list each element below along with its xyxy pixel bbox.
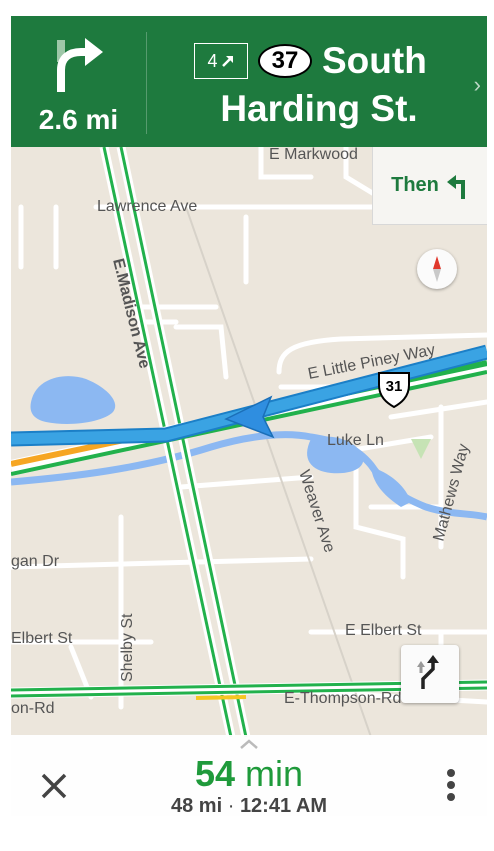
route-overview-icon: [417, 655, 439, 689]
us31-shield-label: 31: [386, 378, 403, 395]
label-gan: gan Dr: [11, 553, 60, 570]
turn-right-arrow-icon: [57, 38, 103, 92]
instruction-header[interactable]: 2.6 mi 4 37 South Harding St. ›: [11, 16, 487, 147]
chevron-up-icon[interactable]: [235, 736, 263, 750]
label-elbert-left: Elbert St: [11, 630, 73, 647]
label-thompson: E-Thompson-Rd: [284, 690, 401, 707]
label-on-rd: on-Rd: [11, 700, 55, 717]
then-label: Then: [391, 174, 439, 196]
eta-minutes: 54: [194, 753, 235, 794]
eta-unit: min: [245, 753, 304, 794]
current-turn-panel: 2.6 mi: [11, 16, 146, 147]
label-lawrence: Lawrence Ave: [97, 198, 197, 215]
route-shield: 37: [258, 44, 312, 78]
street-name-part2: Harding St.: [220, 88, 418, 129]
more-vert-icon[interactable]: [439, 765, 463, 805]
navigation-screen: 31 E Markwood Lawrence Ave E.Madison Ave…: [11, 16, 487, 816]
eta-separator: ·: [227, 795, 235, 816]
turn-left-arrow-icon: [446, 174, 465, 199]
eta-duration: 54 min: [11, 753, 487, 795]
remaining-distance: 48 mi: [170, 795, 223, 816]
chevron-right-icon[interactable]: ›: [474, 72, 481, 98]
label-shelby: Shelby St: [119, 613, 136, 682]
then-instruction[interactable]: Then: [372, 147, 487, 225]
compass-icon: [433, 256, 441, 282]
arrival-time: 12:41 AM: [239, 795, 328, 816]
exit-number: 4: [207, 50, 218, 71]
label-elbert-right: E Elbert St: [345, 622, 422, 639]
route-overview-button[interactable]: [401, 645, 459, 703]
eta-bar: 54 min 48 mi · 12:41 AM: [11, 735, 487, 816]
header-divider: [146, 32, 147, 134]
compass-button[interactable]: [417, 249, 457, 289]
street-line-1: 4 37 South: [194, 40, 427, 82]
label-markwood: E Markwood: [269, 147, 358, 163]
exit-arrow-icon: [221, 56, 233, 67]
turn-distance: 2.6 mi: [38, 104, 119, 135]
label-luke: Luke Ln: [327, 432, 384, 449]
exit-badge: 4: [194, 43, 248, 79]
eta-details: 48 mi · 12:41 AM: [11, 795, 487, 816]
street-name-part1: South: [322, 40, 427, 81]
